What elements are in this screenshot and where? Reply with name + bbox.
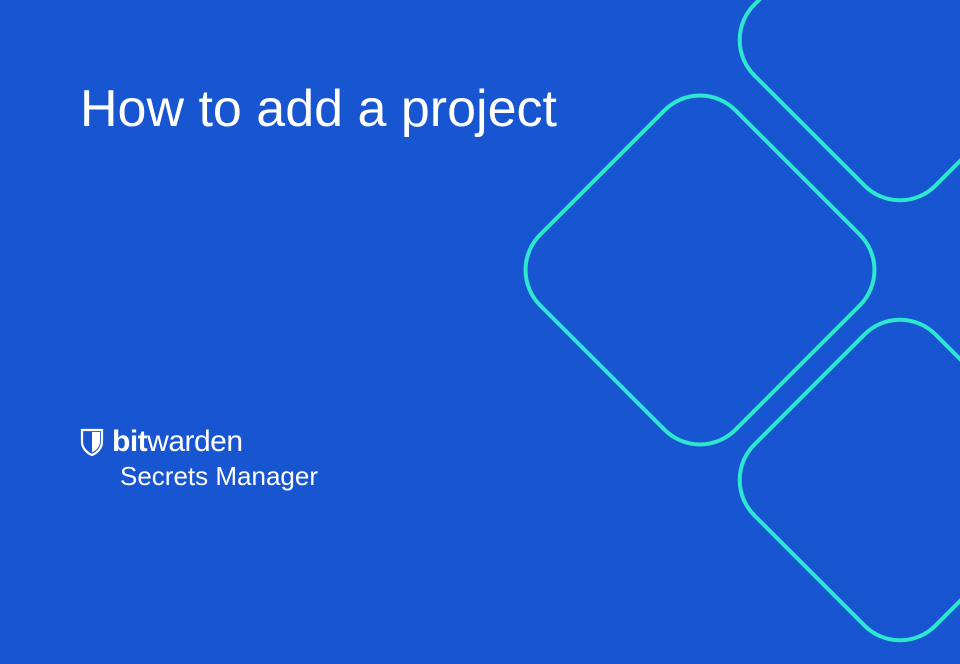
shield-icon <box>80 428 104 456</box>
diamond-icon <box>716 0 960 224</box>
page-title: How to add a project <box>80 80 557 140</box>
brand-product: Secrets Manager <box>120 461 318 492</box>
diamond-icon <box>502 72 898 468</box>
brand-row: bitwarden <box>80 425 318 459</box>
diamond-icon <box>716 296 960 664</box>
brand-prefix: bit <box>112 425 147 458</box>
brand-block: bitwarden Secrets Manager <box>80 425 318 492</box>
brand-suffix: warden <box>147 425 242 458</box>
brand-name: bitwarden <box>112 425 243 459</box>
